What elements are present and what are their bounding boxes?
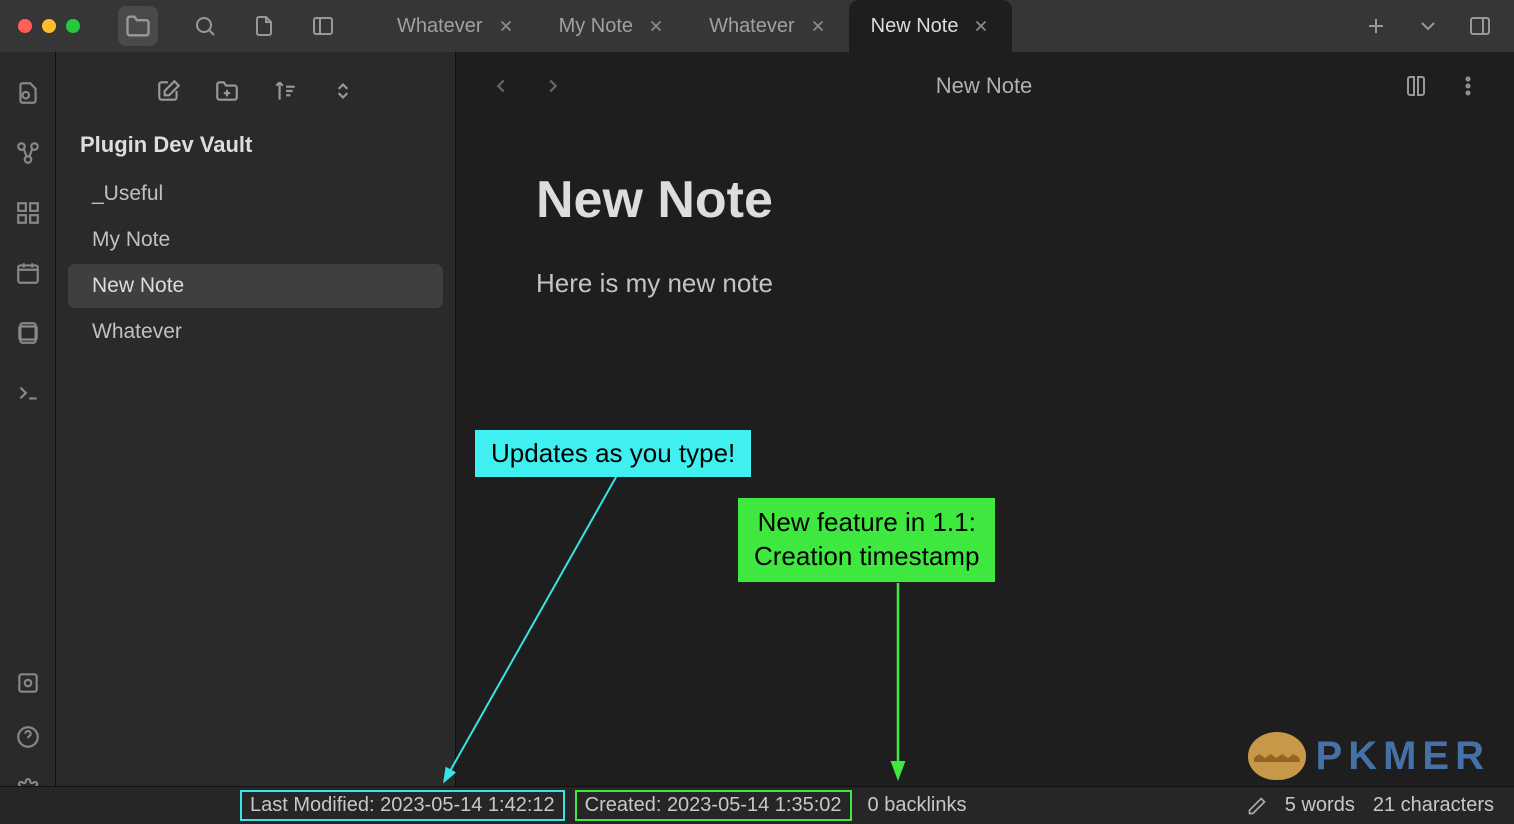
collapse-icon[interactable]: [330, 78, 356, 104]
file-explorer: Plugin Dev Vault _Useful My Note New Not…: [56, 52, 456, 786]
titlebar-left-icons: [118, 6, 335, 46]
pkmer-logo-text: PKMER: [1316, 734, 1490, 779]
file-item-my-note[interactable]: My Note: [68, 218, 443, 262]
annotation-updates: Updates as you type!: [475, 430, 751, 477]
panel-right-icon[interactable]: [1468, 14, 1492, 38]
nav-buttons: [490, 75, 564, 97]
note-title[interactable]: New Note: [536, 170, 1434, 230]
maximize-window-button[interactable]: [66, 19, 80, 33]
tab-new-note[interactable]: New Note: [849, 0, 1013, 52]
pencil-icon[interactable]: [1247, 796, 1267, 816]
arrow-green: [880, 578, 940, 788]
sort-icon[interactable]: [272, 78, 298, 104]
tab-bar: Whatever My Note Whatever New Note: [375, 0, 1364, 52]
back-icon[interactable]: [490, 75, 512, 97]
file-item-new-note[interactable]: New Note: [68, 264, 443, 308]
annotation-new-feature: New feature in 1.1: Creation timestamp: [738, 498, 995, 582]
tab-label: New Note: [871, 15, 959, 38]
templates-icon[interactable]: [15, 320, 41, 346]
new-folder-icon[interactable]: [214, 78, 240, 104]
close-icon[interactable]: [972, 17, 990, 35]
tab-label: Whatever: [709, 15, 795, 38]
titlebar-right-icons: [1364, 14, 1492, 38]
vault-name: Plugin Dev Vault: [56, 126, 455, 170]
tab-my-note[interactable]: My Note: [537, 0, 687, 52]
file-item-whatever[interactable]: Whatever: [68, 310, 443, 354]
new-file-icon[interactable]: [252, 14, 276, 38]
minimize-window-button[interactable]: [42, 19, 56, 33]
status-characters[interactable]: 21 characters: [1373, 794, 1494, 817]
status-backlinks[interactable]: 0 backlinks: [868, 794, 967, 817]
arrow-cyan: [430, 460, 650, 800]
canvas-icon[interactable]: [15, 200, 41, 226]
status-words[interactable]: 5 words: [1285, 794, 1355, 817]
titlebar: Whatever My Note Whatever New Note: [0, 0, 1514, 52]
close-icon[interactable]: [809, 17, 827, 35]
editor-header: New Note: [456, 52, 1514, 120]
ribbon: [0, 52, 56, 824]
tab-whatever-2[interactable]: Whatever: [687, 0, 849, 52]
search-icon[interactable]: [193, 14, 217, 38]
note-body[interactable]: Here is my new note: [536, 268, 1434, 299]
close-icon[interactable]: [497, 17, 515, 35]
tab-label: Whatever: [397, 15, 483, 38]
quick-switcher-icon[interactable]: [15, 80, 41, 106]
panel-left-icon[interactable]: [311, 14, 335, 38]
new-note-icon[interactable]: [156, 78, 182, 104]
editor-title[interactable]: New Note: [564, 73, 1404, 99]
file-explorer-header: [56, 70, 455, 126]
pkmer-watermark: PKMER: [1248, 732, 1490, 780]
tab-whatever-1[interactable]: Whatever: [375, 0, 537, 52]
close-window-button[interactable]: [18, 19, 32, 33]
folder-icon[interactable]: [118, 6, 158, 46]
more-icon[interactable]: [1456, 74, 1480, 98]
tab-label: My Note: [559, 15, 633, 38]
daily-note-icon[interactable]: [15, 260, 41, 286]
chevron-down-icon[interactable]: [1416, 14, 1440, 38]
forward-icon[interactable]: [542, 75, 564, 97]
plus-icon[interactable]: [1364, 14, 1388, 38]
vault-icon[interactable]: [15, 670, 41, 696]
graph-icon[interactable]: [15, 140, 41, 166]
help-icon[interactable]: [15, 724, 41, 750]
reading-mode-icon[interactable]: [1404, 74, 1428, 98]
window-controls: [18, 19, 80, 33]
close-icon[interactable]: [647, 17, 665, 35]
command-icon[interactable]: [15, 380, 41, 406]
file-item-useful[interactable]: _Useful: [68, 172, 443, 216]
status-bar: Last Modified: 2023-05-14 1:42:12 Create…: [0, 786, 1514, 824]
pkmer-logo-icon: [1248, 732, 1306, 780]
